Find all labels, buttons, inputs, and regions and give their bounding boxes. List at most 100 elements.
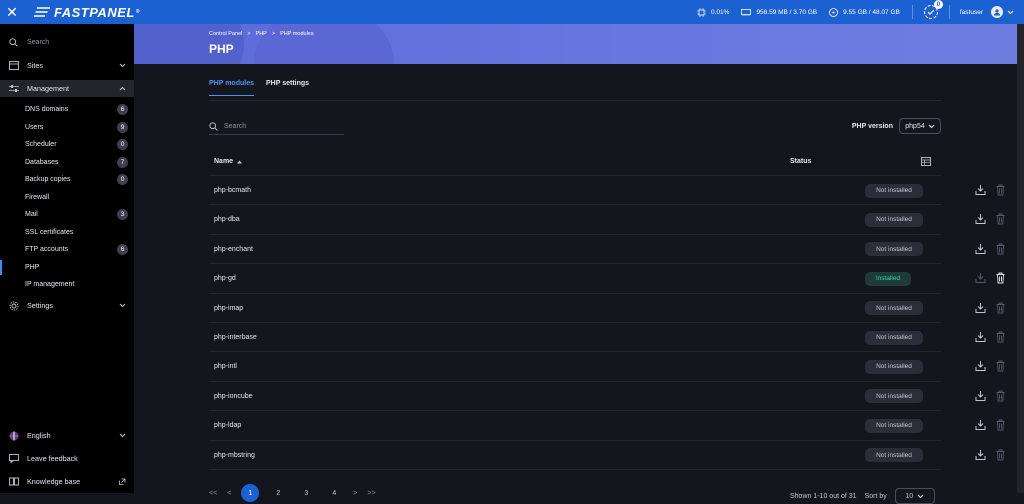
delete-icon[interactable] [995,272,1006,284]
status-badge: Not installed [865,212,923,227]
first-page-button[interactable]: << [209,490,217,497]
external-link-icon [119,478,126,485]
scrollbar[interactable] [1017,24,1024,493]
install-icon[interactable] [975,213,986,225]
sidebar-item-ip-management[interactable]: IP management [0,277,134,292]
shown-range: Shown 1-10 out of 31 [790,492,857,500]
page-size-dropdown[interactable]: 10 [894,488,935,504]
install-icon[interactable] [975,243,986,255]
delete-icon [996,302,1005,314]
sidebar-item-firewall[interactable]: Firewall [0,190,134,205]
column-status-header: Status [790,158,812,165]
knowledge-base-link[interactable]: Knowledge base [0,473,134,490]
delete-icon [996,449,1005,461]
install-icon[interactable] [975,419,986,431]
install-icon[interactable] [975,360,986,372]
table-row: php-imap Not installed [209,294,1005,323]
count-badge: 6 [117,104,128,115]
status-badge: Not installed [865,242,923,257]
notification-count-badge: 0 [933,0,943,9]
table-row: php-ioncube Not installed [209,382,1005,412]
sidebar-item-php[interactable]: PHP [0,259,134,275]
sidebar-item-ftp-accounts[interactable]: FTP accounts 6 [0,242,134,257]
tab-php-settings[interactable]: PHP settings [266,80,309,96]
ram-icon [741,8,752,16]
notifications-button[interactable]: 0 [923,0,943,20]
delete-icon [996,243,1005,255]
install-icon [975,273,986,284]
pagination: << < 1 2 3 4 > >> [209,484,376,502]
table-row: php-intl Not installed [209,352,1005,382]
sidebar-item-backup-copies[interactable]: Backup copies 0 [0,172,134,187]
language-selector[interactable]: English [0,427,134,444]
table-row: php-mbstring Not installed [209,441,1005,470]
sidebar-item-scheduler[interactable]: Scheduler 0 [0,137,134,152]
logo-mark-icon [34,7,50,17]
status-badge: Not installed [865,448,923,463]
sidebar-item-mail[interactable]: Mail 3 [0,207,134,222]
sidebar-item-settings[interactable]: Settings [0,297,134,314]
sidebar-item-dns-domains[interactable]: DNS domains 6 [0,102,134,117]
disk-stat: 9.55 GB / 48.07 GB [829,7,900,17]
install-icon[interactable] [975,390,986,402]
sidebar-item-management[interactable]: Management [0,80,134,97]
next-page-button[interactable]: > [353,490,357,497]
chevron-down-icon [917,494,924,498]
php-version-dropdown[interactable]: php54 [899,118,941,134]
module-search[interactable]: Search [209,119,344,135]
page-2-button[interactable]: 2 [269,484,287,502]
columns-settings-icon[interactable] [921,157,931,166]
count-badge: 9 [117,121,128,133]
breadcrumb-php[interactable]: PHP [256,31,267,37]
sidebar-search-placeholder: Search [27,39,50,46]
prev-page-button[interactable]: < [227,490,231,497]
install-icon[interactable] [975,184,986,196]
leave-feedback-link[interactable]: Leave feedback [0,450,134,467]
breadcrumb-control-panel[interactable]: Control Panel [209,31,242,37]
pagination-summary: Shown 1-10 out of 31 Sort by 10 [790,488,935,504]
install-icon[interactable] [975,302,986,314]
sidebar-item-ssl-certificates[interactable]: SSL certificates [0,225,134,240]
sidebar-item-users[interactable]: Users 9 [0,120,134,135]
user-menu[interactable]: fastuser [960,6,1014,18]
sidebar-item-label: Databases [25,158,59,166]
feedback-label: Leave feedback [27,454,78,463]
close-menu-icon[interactable]: ✕ [0,0,24,24]
module-name: php-imap [214,304,244,312]
delete-icon [996,419,1005,431]
page-4-button[interactable]: 4 [325,484,343,502]
search-input[interactable]: Search [224,123,246,130]
sidebar-item-label: DNS domains [25,106,69,113]
table-row: php-bcmath Not installed [209,176,1005,206]
sidebar-search[interactable]: Search [0,34,134,51]
sidebar: Search Sites Management DNS domains 6 Use… [0,24,134,493]
sidebar-item-label: Backup copies [25,176,71,183]
divider [209,100,941,101]
logo[interactable]: FASTPANEL ® [34,5,140,20]
cpu-value: 0.01% [711,8,730,16]
column-name-label: Name [214,158,234,165]
sidebar-item-sites[interactable]: Sites [0,57,134,74]
table-header: Name Status [209,149,941,176]
banner-decoration [254,24,394,64]
install-icon[interactable] [975,449,986,461]
sidebar-item-label: IP management [25,281,75,288]
last-page-button[interactable]: >> [367,490,375,497]
chevron-up-icon [119,86,126,91]
sidebar-item-label: FTP accounts [25,246,69,253]
breadcrumb: Control Panel > PHP > PHP modules [209,31,314,37]
php-version-value: php54 [905,122,925,130]
install-icon[interactable] [975,331,986,343]
chat-icon [9,454,19,464]
table-row: php-ldap Not installed [209,411,1005,441]
sidebar-item-databases[interactable]: Databases 7 [0,155,134,170]
tab-php-modules[interactable]: PHP modules [209,80,254,96]
module-name: php-enchant [214,245,253,253]
page-3-button[interactable]: 3 [297,484,315,502]
status-badge: Installed [865,271,911,286]
count-badge: 7 [117,156,128,168]
sidebar-item-label: PHP [25,263,40,271]
page-1-button[interactable]: 1 [241,484,260,502]
sidebar-item-label: Users [25,123,44,131]
column-name-header[interactable]: Name [214,158,243,165]
